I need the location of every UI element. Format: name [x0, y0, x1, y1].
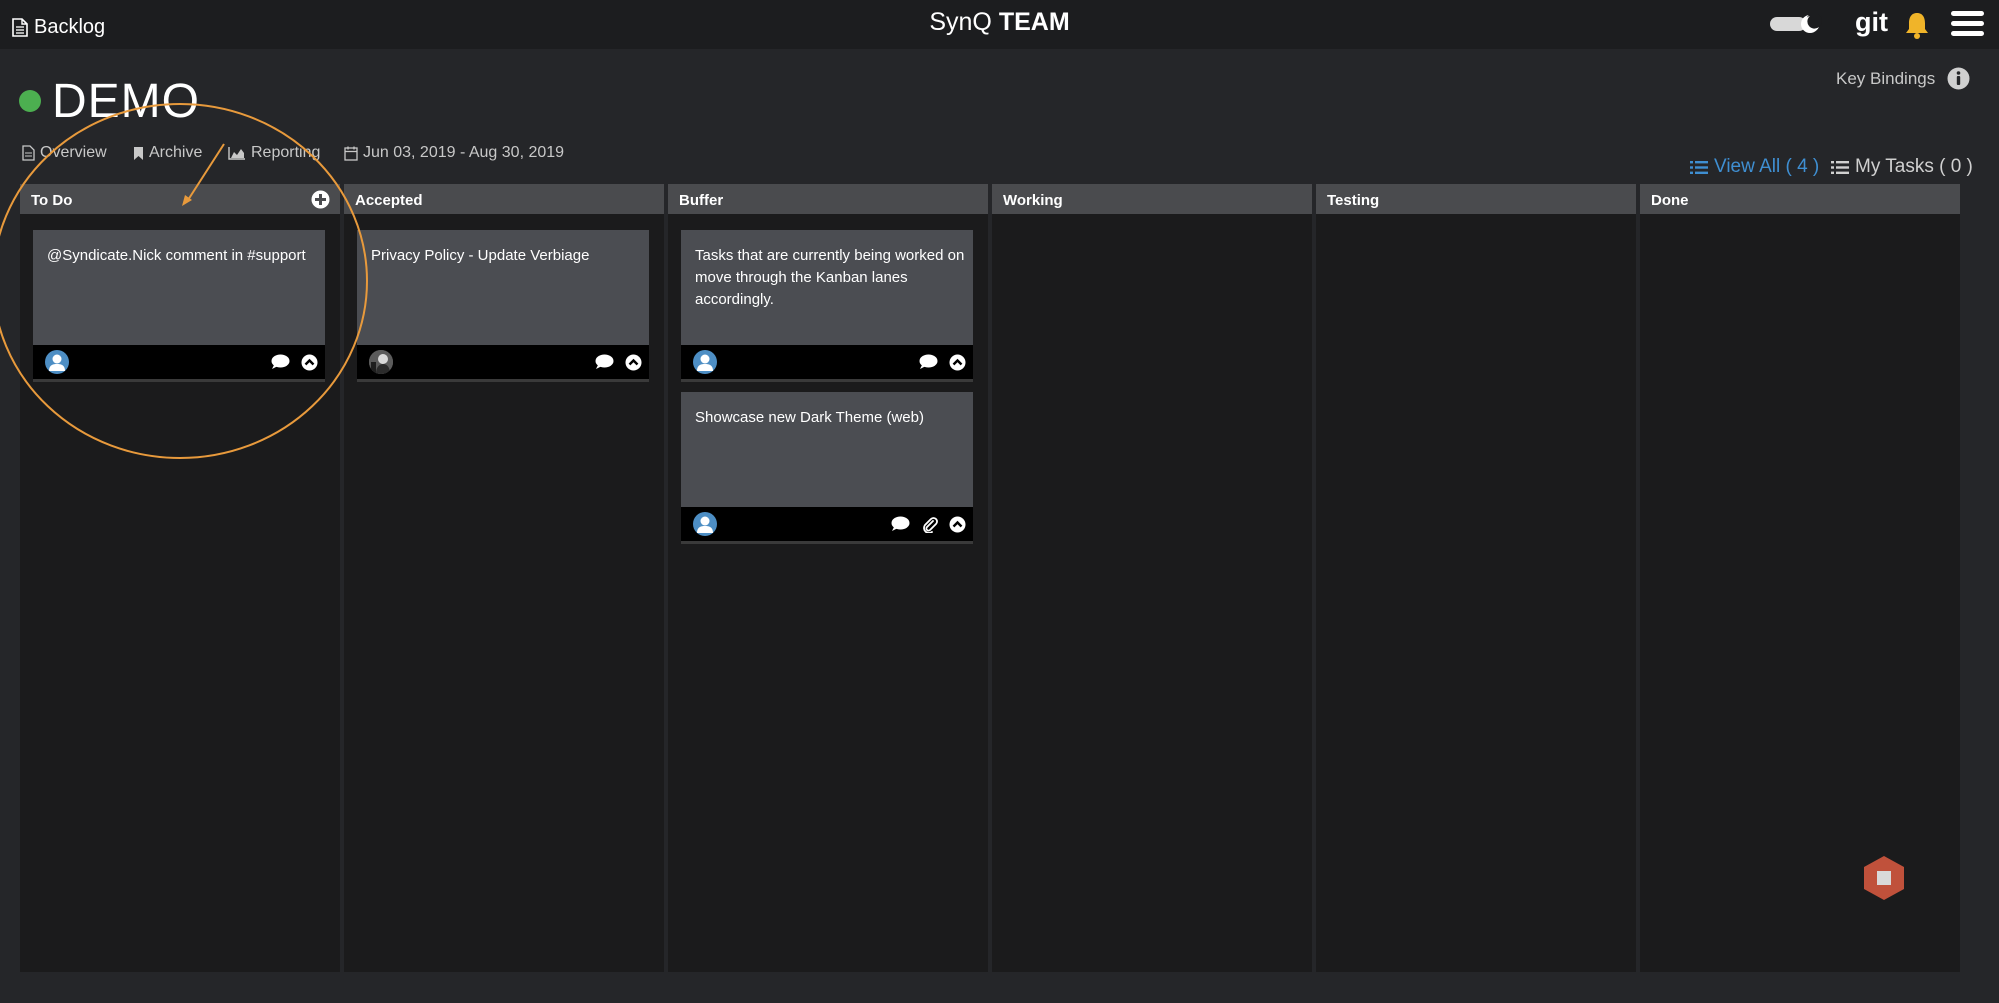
document-icon: [12, 17, 28, 37]
top-bar: Backlog SynQ TEAM git: [0, 0, 1999, 49]
task-title: Showcase new Dark Theme (web): [695, 409, 924, 426]
sprint-date-range[interactable]: Jun 03, 2019 - Aug 30, 2019: [344, 144, 564, 162]
task-card[interactable]: Tasks that are currently being worked on…: [681, 230, 973, 382]
lane-working: Working: [992, 184, 1312, 972]
collapse-icon[interactable]: [949, 516, 966, 533]
task-card[interactable]: @Syndicate.Nick comment in #support: [33, 230, 325, 382]
view-all-label: View All ( 4 ): [1714, 156, 1820, 177]
user-icon: [49, 354, 65, 371]
lane-buffer: Buffer Tasks that are currently being wo…: [668, 184, 988, 972]
lane-testing: Testing: [1316, 184, 1636, 972]
calendar-icon: [344, 146, 358, 161]
comment-icon[interactable]: [595, 354, 614, 370]
task-title: Tasks that are currently being worked on…: [695, 247, 965, 308]
date-range-label: Jun 03, 2019 - Aug 30, 2019: [363, 144, 565, 161]
lane-header: Working: [992, 184, 1312, 214]
lane-done: Done: [1640, 184, 1960, 972]
menu-icon[interactable]: [1951, 10, 1984, 38]
task-title: @Syndicate.Nick comment in #support: [47, 247, 306, 264]
task-title: Privacy Policy - Update Verbiage: [371, 247, 590, 264]
attachment-icon[interactable]: [922, 516, 938, 533]
my-tasks-label: My Tasks ( 0 ): [1855, 156, 1973, 177]
lane-name: Done: [1651, 192, 1689, 209]
archive-label: Archive: [149, 144, 203, 161]
lane-header: Testing: [1316, 184, 1636, 214]
overview-link[interactable]: Overview: [22, 144, 107, 162]
comment-icon[interactable]: [891, 516, 910, 532]
lane-name: Accepted: [355, 192, 423, 209]
user-icon: [697, 516, 713, 533]
user-icon: [697, 354, 713, 371]
git-integration-link[interactable]: git: [1855, 7, 1888, 38]
task-card[interactable]: Privacy Policy - Update Verbiage: [357, 230, 649, 382]
area-chart-icon: [228, 147, 245, 160]
lane-accepted: Accepted Privacy Policy - Update Verbiag…: [344, 184, 664, 972]
task-card[interactable]: Showcase new Dark Theme (web): [681, 392, 973, 544]
my-tasks-filter[interactable]: My Tasks ( 0 ): [1831, 156, 1973, 178]
assignee-avatar[interactable]: [369, 350, 393, 374]
lane-name: Working: [1003, 192, 1063, 209]
lane-name: Testing: [1327, 192, 1380, 209]
lane-to-do: To Do @Syndicate.Nick comment in #suppor…: [20, 184, 340, 972]
collapse-icon[interactable]: [301, 354, 318, 371]
key-bindings-link[interactable]: Key Bindings: [1836, 67, 1970, 90]
lane-header: To Do: [20, 184, 340, 214]
user-photo-icon: [369, 350, 393, 374]
view-all-filter[interactable]: View All ( 4 ): [1690, 156, 1819, 178]
archive-link[interactable]: Archive: [133, 144, 202, 162]
list-icon: [1690, 160, 1708, 174]
task-card-footer: [357, 345, 649, 379]
reporting-label: Reporting: [251, 144, 321, 161]
task-card-footer: [33, 345, 325, 379]
lane-name: Buffer: [679, 192, 724, 209]
collapse-icon[interactable]: [949, 354, 966, 371]
brand-name: SynQ: [929, 8, 992, 36]
document-icon: [22, 145, 35, 161]
brand-team: TEAM: [998, 8, 1070, 36]
info-icon: [1947, 67, 1970, 90]
overview-label: Overview: [40, 144, 107, 161]
add-task-icon[interactable]: [311, 190, 330, 209]
assignee-avatar[interactable]: [693, 350, 717, 374]
lane-header: Accepted: [344, 184, 664, 214]
task-card-footer: [681, 507, 973, 541]
project-status-dot: [19, 90, 41, 112]
bell-icon[interactable]: [1904, 11, 1930, 39]
reporting-link[interactable]: Reporting: [228, 144, 320, 162]
list-icon: [1831, 160, 1849, 174]
comment-icon[interactable]: [919, 354, 938, 370]
backlog-label: Backlog: [34, 15, 106, 38]
lane-header: Buffer: [668, 184, 988, 214]
key-bindings-label: Key Bindings: [1836, 68, 1936, 88]
bookmark-icon: [134, 146, 143, 160]
project-title: DEMO: [52, 75, 200, 128]
backlog-link[interactable]: Backlog: [12, 14, 105, 40]
stop-icon: [1877, 871, 1891, 885]
dark-mode-toggle[interactable]: [1770, 14, 1822, 34]
comment-icon[interactable]: [271, 354, 290, 370]
lane-header: Done: [1640, 184, 1960, 214]
lane-name: To Do: [31, 192, 73, 209]
app-brand: SynQ TEAM: [0, 8, 1999, 37]
stop-recording-button[interactable]: [1862, 855, 1906, 901]
assignee-avatar[interactable]: [693, 512, 717, 536]
task-card-footer: [681, 345, 973, 379]
assignee-avatar[interactable]: [45, 350, 69, 374]
collapse-icon[interactable]: [625, 354, 642, 371]
